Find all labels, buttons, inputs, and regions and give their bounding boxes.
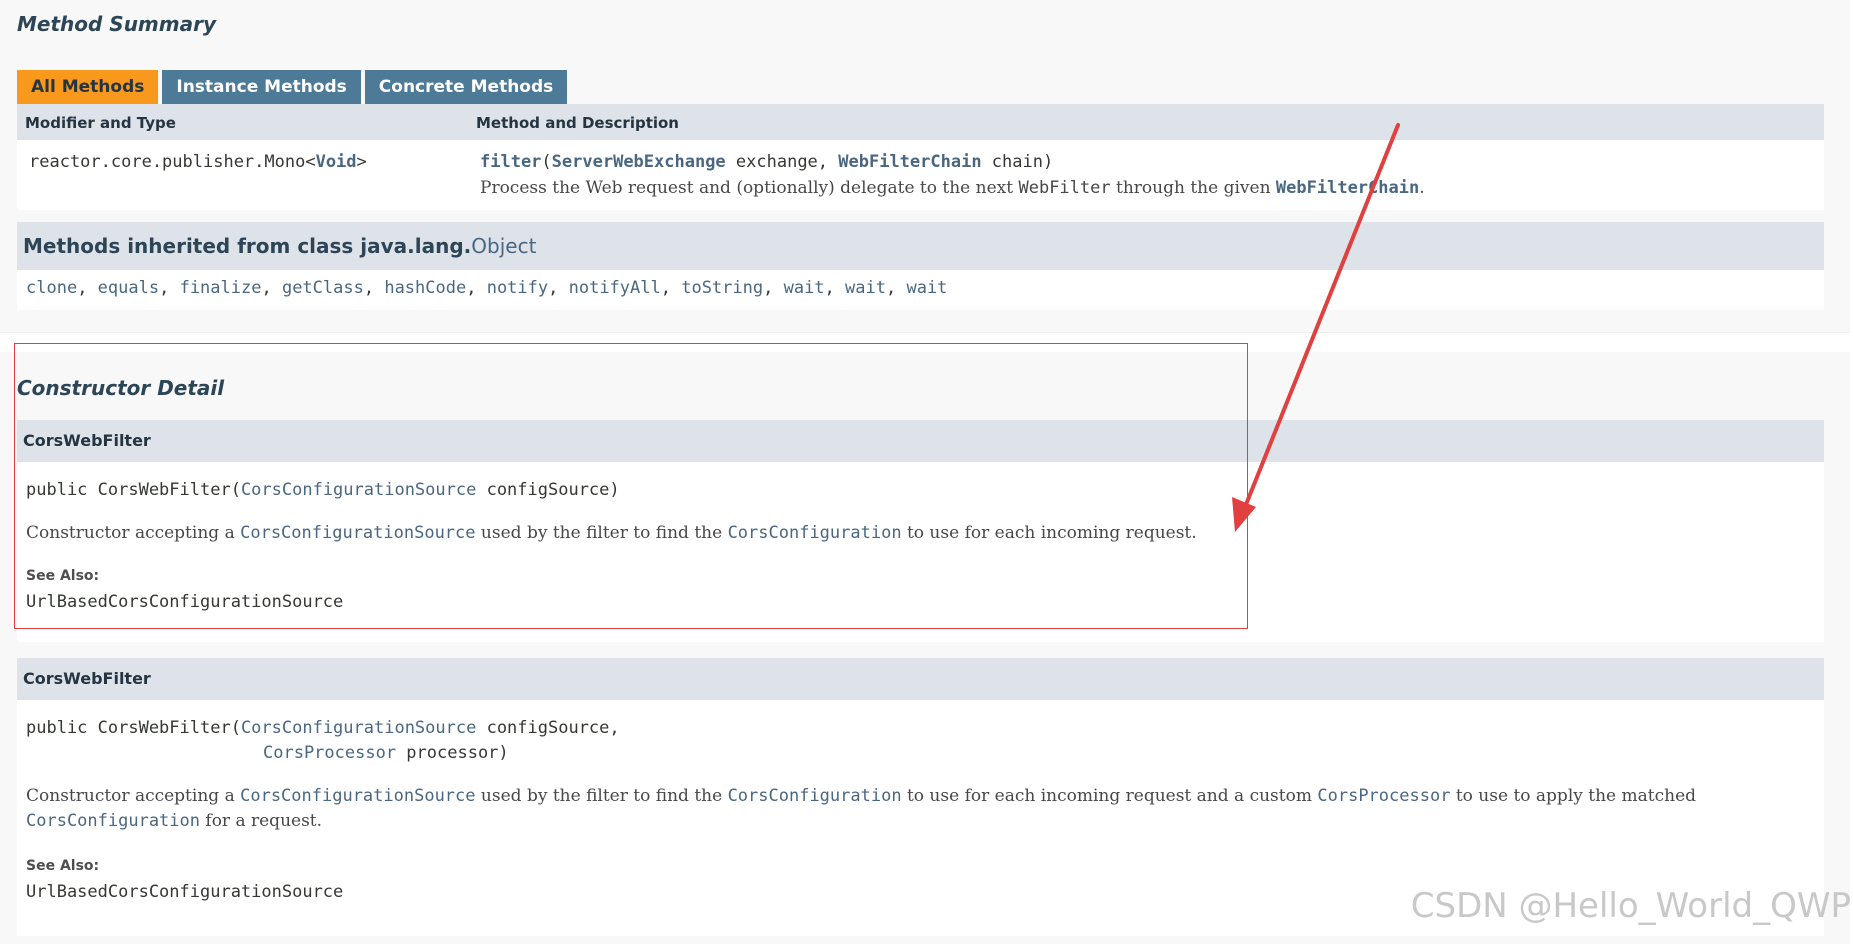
tab-all-methods[interactable]: All Methods bbox=[17, 70, 159, 104]
return-type-end: > bbox=[356, 152, 367, 172]
desc2-cors-configuration-source-link[interactable]: CorsConfigurationSource bbox=[240, 786, 475, 806]
method-link-finalize[interactable]: finalize bbox=[180, 278, 262, 298]
desc-text-mid: used by the filter to find the bbox=[475, 523, 728, 543]
desc-text: Process the Web request and (optionally)… bbox=[480, 178, 1019, 198]
desc-text: Constructor accepting a bbox=[26, 786, 241, 806]
param-chain: chain) bbox=[981, 152, 1054, 172]
watermark: CSDN @Hello_World_QWP bbox=[1410, 886, 1851, 926]
method-link-wait-1[interactable]: wait bbox=[784, 278, 825, 298]
desc-end: to use for each incoming request. bbox=[901, 523, 1197, 543]
param-exchange: exchange, bbox=[725, 152, 839, 172]
desc-text-mid1: used by the filter to find the bbox=[475, 786, 728, 806]
constructor-1-header: CorsWebFilter bbox=[17, 420, 1824, 462]
col-header-method-description: Method and Description bbox=[476, 114, 679, 132]
method-link-notify[interactable]: notify bbox=[487, 278, 548, 298]
web-filter-chain-link[interactable]: WebFilterChain bbox=[838, 152, 981, 172]
cors-configuration-source-link-2[interactable]: CorsConfigurationSource bbox=[241, 718, 476, 738]
method-link-equals[interactable]: equals bbox=[98, 278, 159, 298]
inherited-method-list: clone, equals, finalize, getClass, hashC… bbox=[17, 270, 1824, 310]
method-link-notifyall[interactable]: notifyAll bbox=[569, 278, 661, 298]
sig-prefix: public CorsWebFilter( bbox=[26, 718, 241, 738]
url-based-cors-config-link-1[interactable]: UrlBasedCorsConfigurationSource bbox=[26, 592, 343, 612]
table-row: reactor.core.publisher.Mono<Void> filter… bbox=[17, 140, 1824, 210]
inherited-methods: Methods inherited from class java.lang.O… bbox=[17, 222, 1824, 310]
constructor-detail-section: Constructor Detail CorsWebFilter public … bbox=[0, 352, 1850, 944]
constructor-1-description: Constructor accepting a CorsConfiguratio… bbox=[26, 523, 1197, 543]
filter-method-link[interactable]: filter bbox=[480, 152, 541, 172]
method-tabs: All Methods Instance Methods Concrete Me… bbox=[17, 70, 568, 104]
method-link-wait-3[interactable]: wait bbox=[906, 278, 947, 298]
method-link-wait-2[interactable]: wait bbox=[845, 278, 886, 298]
param-config-source: configSource, bbox=[476, 718, 620, 738]
method-link-tostring[interactable]: toString bbox=[681, 278, 763, 298]
desc-web-filter-chain-link[interactable]: WebFilterChain bbox=[1276, 178, 1419, 198]
constructor-2-signature-line1: public CorsWebFilter(CorsConfigurationSo… bbox=[26, 718, 620, 738]
cors-configuration-source-link[interactable]: CorsConfigurationSource bbox=[241, 480, 476, 500]
desc-text: Constructor accepting a bbox=[26, 523, 241, 543]
cors-processor-link[interactable]: CorsProcessor bbox=[263, 743, 396, 763]
inherited-prefix: Methods inherited from class java.lang. bbox=[23, 234, 472, 258]
return-type: reactor.core.publisher.Mono<Void> bbox=[29, 152, 367, 172]
method-signature: filter(ServerWebExchange exchange, WebFi… bbox=[480, 152, 1053, 172]
desc-text-mid3: to use to apply the matched bbox=[1450, 786, 1697, 806]
object-class-link[interactable]: Object bbox=[471, 234, 536, 258]
method-description: Process the Web request and (optionally)… bbox=[480, 178, 1425, 198]
see-also-label-2: See Also: bbox=[26, 858, 100, 874]
desc-code-webfilter: WebFilter bbox=[1018, 178, 1111, 198]
return-type-text: reactor.core.publisher.Mono< bbox=[29, 152, 316, 172]
method-summary-section: Method Summary All Methods Instance Meth… bbox=[0, 0, 1850, 333]
desc-text-mid2: to use for each incoming request and a c… bbox=[901, 786, 1318, 806]
url-based-cors-config-link-2[interactable]: UrlBasedCorsConfigurationSource bbox=[26, 882, 343, 902]
sig-prefix: public CorsWebFilter( bbox=[26, 480, 241, 500]
desc2-cors-configuration-link[interactable]: CorsConfiguration bbox=[728, 786, 902, 806]
inherited-header: Methods inherited from class java.lang.O… bbox=[17, 222, 1824, 270]
constructor-2-description: Constructor accepting a CorsConfiguratio… bbox=[26, 784, 1816, 834]
method-link-clone[interactable]: clone bbox=[26, 278, 77, 298]
desc-text-mid: through the given bbox=[1110, 178, 1276, 198]
desc-cors-configuration-link[interactable]: CorsConfiguration bbox=[728, 523, 902, 543]
void-link[interactable]: Void bbox=[316, 152, 357, 172]
col-header-modifier-type: Modifier and Type bbox=[25, 114, 176, 132]
method-summary-title: Method Summary bbox=[17, 12, 217, 36]
constructor-2-signature-line2: CorsProcessor processor) bbox=[263, 743, 509, 763]
constructor-1-signature: public CorsWebFilter(CorsConfigurationSo… bbox=[26, 480, 620, 500]
paren-open: ( bbox=[541, 152, 552, 172]
desc2-cors-processor-link[interactable]: CorsProcessor bbox=[1317, 786, 1450, 806]
constructor-1: CorsWebFilter public CorsWebFilter(CorsC… bbox=[17, 420, 1824, 642]
method-link-hashcode[interactable]: hashCode bbox=[384, 278, 466, 298]
constructor-2-header: CorsWebFilter bbox=[17, 658, 1824, 700]
tab-instance-methods[interactable]: Instance Methods bbox=[162, 70, 361, 104]
desc-cors-configuration-source-link[interactable]: CorsConfigurationSource bbox=[240, 523, 475, 543]
tab-concrete-methods[interactable]: Concrete Methods bbox=[364, 70, 568, 104]
table-header: Modifier and Type Method and Description bbox=[17, 104, 1824, 140]
desc-end: for a request. bbox=[200, 811, 323, 831]
desc-end: . bbox=[1419, 178, 1425, 198]
method-summary-table: Modifier and Type Method and Description… bbox=[17, 104, 1824, 210]
param-config-source: configSource) bbox=[476, 480, 620, 500]
desc2-cors-configuration-link-2[interactable]: CorsConfiguration bbox=[26, 811, 200, 831]
constructor-detail-title: Constructor Detail bbox=[17, 376, 225, 400]
see-also-label: See Also: bbox=[26, 568, 100, 584]
param-processor: processor) bbox=[396, 743, 509, 763]
server-web-exchange-link[interactable]: ServerWebExchange bbox=[552, 152, 726, 172]
method-link-getclass[interactable]: getClass bbox=[282, 278, 364, 298]
